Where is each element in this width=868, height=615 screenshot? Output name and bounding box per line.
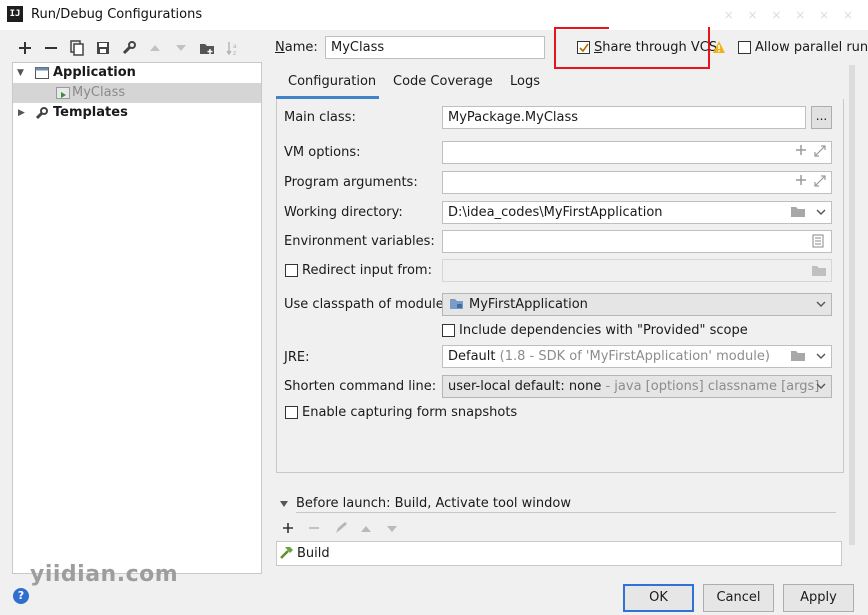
minus-icon[interactable] [308,522,320,538]
ok-button[interactable]: OK [623,584,694,612]
main-class-label: Main class: [284,110,356,125]
redirect-input-field [442,259,832,282]
chevron-right-icon[interactable]: ▶ [18,103,25,123]
expand-icon[interactable] [814,175,826,190]
before-launch-title[interactable]: Before launch: Build, Activate tool wind… [296,496,571,511]
working-dir-label: Working directory: [284,205,403,220]
env-vars-label: Environment variables: [284,234,435,249]
class-run-icon [56,86,70,100]
name-label: Name: [275,40,318,55]
tab-logs[interactable]: Logs [510,74,540,89]
plus-icon[interactable] [795,174,807,189]
configuration-tree[interactable]: ▼ Application MyClass ▶ Templates [12,62,262,574]
browse-button[interactable]: ... [811,106,832,129]
snapshots-label[interactable]: Enable capturing form snapshots [302,405,517,420]
svg-text:z: z [233,50,236,56]
copy-icon[interactable] [69,40,85,56]
wrench-icon[interactable] [121,40,137,56]
tree-item-label: Application [53,65,136,80]
shorten-label: Shorten command line: [284,379,437,394]
folder-icon[interactable] [790,205,806,221]
edit-icon[interactable] [334,521,348,539]
help-icon[interactable]: ? [13,588,29,604]
before-launch-list[interactable] [276,541,842,566]
jre-label: JRE: [284,350,310,365]
warning-icon [712,40,726,54]
chevron-down-icon[interactable] [816,298,826,312]
vm-options-input[interactable] [442,141,832,164]
program-args-label: Program arguments: [284,175,418,190]
allow-parallel-label[interactable]: Allow parallel run [755,40,868,55]
build-item-label[interactable]: Build [297,546,330,561]
plus-icon[interactable] [17,40,33,56]
arrow-up-icon[interactable] [147,40,163,56]
window-title: Run/Debug Configurations [31,7,203,22]
shorten-value: user-local default: none [448,379,602,394]
folder-icon [811,264,827,280]
share-vcs-checkbox[interactable] [577,41,590,54]
redirect-input-checkbox[interactable] [285,264,298,277]
include-deps-label[interactable]: Include dependencies with "Provided" sco… [459,323,748,338]
chevron-down-icon[interactable] [816,206,826,220]
main-class-input[interactable]: MyPackage.MyClass [442,106,806,129]
intellij-app-icon: IJ [7,6,23,22]
tree-item-templates[interactable]: ▶ Templates [13,103,261,123]
shorten-value-detail: - java [options] classname [args] [605,379,820,394]
watermark-top: × × × × × × [723,8,858,22]
apply-button[interactable]: Apply [783,584,854,612]
name-input[interactable]: MyClass [325,36,545,59]
separator [296,512,836,513]
tree-item-myclass[interactable]: MyClass [13,83,261,103]
application-icon [35,66,49,80]
build-hammer-icon [279,545,294,564]
expand-icon[interactable] [814,145,826,160]
plus-icon[interactable] [282,522,294,538]
minus-icon[interactable] [43,40,59,56]
wrench-icon [35,106,49,120]
env-vars-input[interactable] [442,230,832,253]
sort-icon[interactable]: az [225,40,241,57]
tree-item-application[interactable]: ▼ Application [13,63,261,83]
tree-item-label: MyClass [72,85,126,100]
module-folder-icon [449,297,464,313]
svg-text:a: a [233,43,237,50]
chevron-down-icon[interactable] [279,498,289,513]
jre-value-detail: (1.8 - SDK of 'MyFirstApplication' modul… [499,349,770,364]
folder-add-icon[interactable] [199,40,215,56]
chevron-down-icon[interactable] [816,350,826,364]
classpath-label: Use classpath of module: [284,297,449,312]
plus-icon[interactable] [795,144,807,159]
save-icon[interactable] [95,40,111,56]
shorten-select[interactable]: user-local default: none - java [options… [442,375,832,398]
allow-parallel-checkbox[interactable] [738,41,751,54]
folder-icon[interactable] [790,349,806,365]
chevron-down-icon[interactable]: ▼ [17,63,24,83]
tree-item-label: Templates [53,105,128,120]
arrow-down-icon[interactable] [386,523,398,538]
vm-options-label: VM options: [284,145,361,160]
tab-configuration[interactable]: Configuration [288,74,376,89]
snapshots-checkbox[interactable] [285,406,298,419]
include-deps-checkbox[interactable] [442,324,455,337]
tab-code-coverage[interactable]: Code Coverage [393,74,493,89]
watermark: yiidian.com [30,562,179,587]
arrow-up-icon[interactable] [360,523,372,538]
working-dir-input[interactable]: D:\idea_codes\MyFirstApplication [442,201,832,224]
scrollbar[interactable] [849,65,855,545]
cancel-button[interactable]: Cancel [703,584,774,612]
redirect-input-label[interactable]: Redirect input from: [302,263,432,278]
program-args-input[interactable] [442,171,832,194]
arrow-down-icon[interactable] [173,40,189,56]
chevron-down-icon[interactable] [816,380,826,394]
jre-select[interactable]: Default (1.8 - SDK of 'MyFirstApplicatio… [442,345,832,368]
jre-value: Default [448,349,496,364]
highlight-box-top [554,27,609,29]
document-icon[interactable] [812,234,824,251]
classpath-select[interactable]: MyFirstApplication [442,293,832,316]
share-vcs-label[interactable]: Share through VCS [594,40,717,55]
